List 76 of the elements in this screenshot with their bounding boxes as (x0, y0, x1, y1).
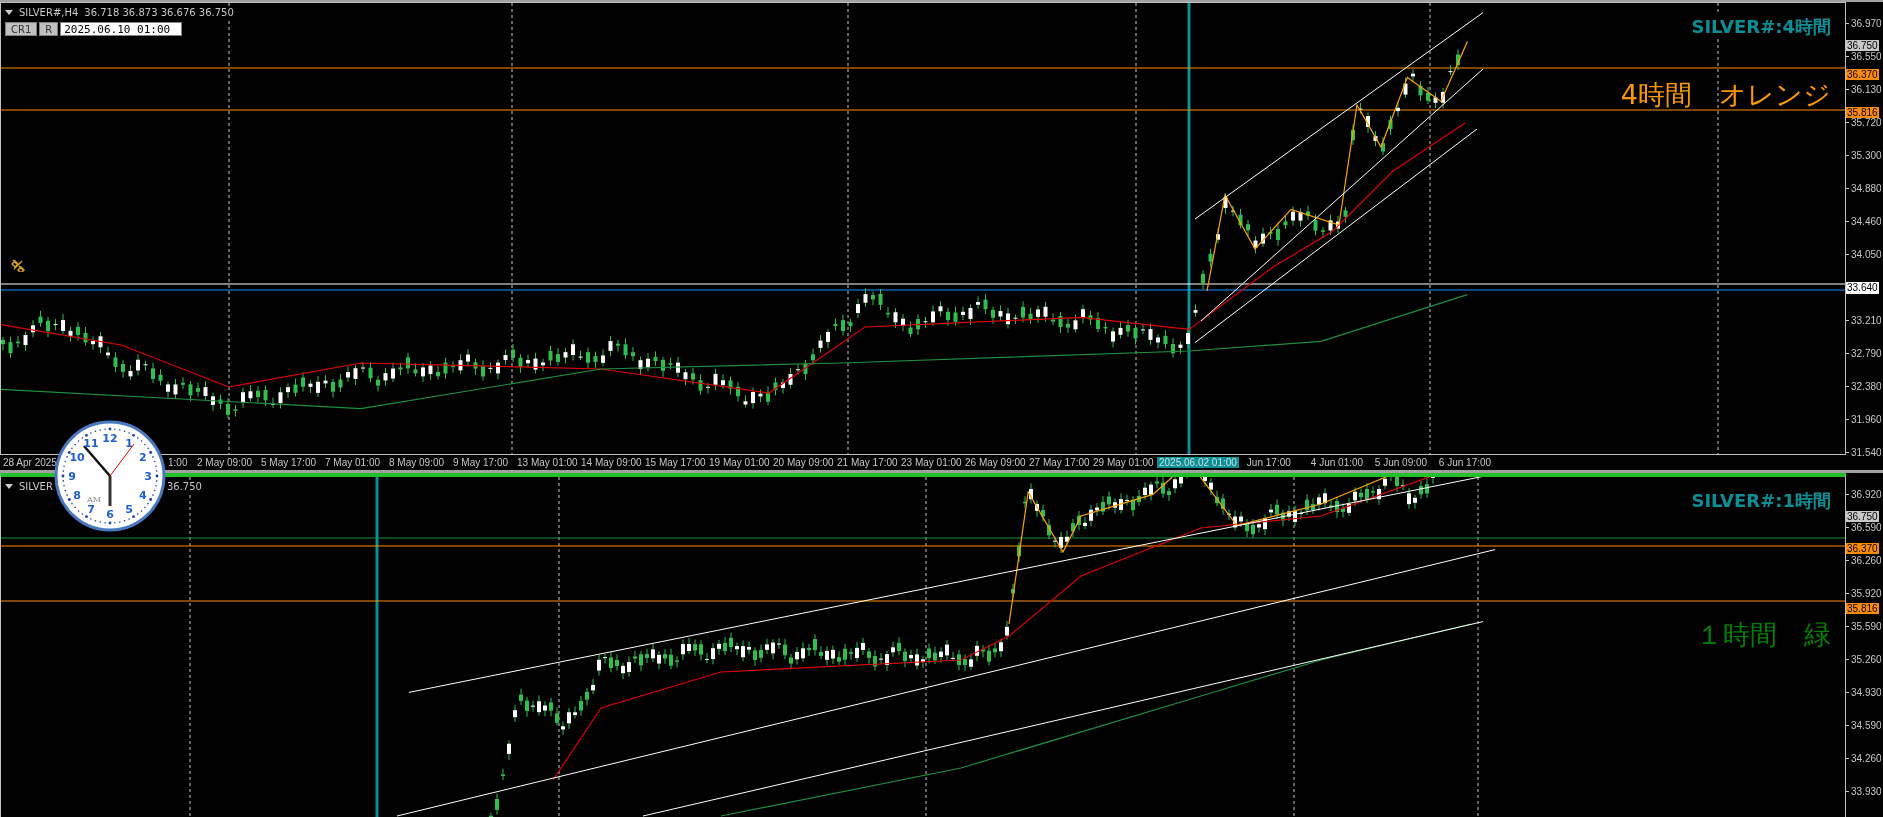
chart-title: SILVER#:4時間 (1691, 15, 1831, 39)
clock-numeral: 4 (139, 489, 147, 502)
time-label: 1:00 (168, 457, 189, 468)
price-label: 35.920 (1851, 588, 1882, 599)
price-label: 34.880 (1851, 183, 1882, 194)
price-label: 34.930 (1851, 687, 1882, 698)
price-label: 36.590 (1851, 522, 1882, 533)
price-label: 33.930 (1851, 786, 1882, 797)
time-label: 8 May 09:00 (389, 457, 446, 468)
clock-numeral: 3 (144, 470, 152, 483)
chart-note: １時間 緑 (1696, 618, 1831, 652)
clock-numeral: 9 (68, 470, 76, 483)
time-label: 21 May 17:00 (837, 457, 899, 468)
price-label: 32.380 (1851, 381, 1882, 392)
time-label: 14 May 09:00 (581, 457, 643, 468)
time-label: 13 May 01:00 (517, 457, 579, 468)
clock-numeral: 11 (83, 437, 99, 451)
time-label: 23 May 01:00 (901, 457, 963, 468)
clock-numeral: 5 (125, 502, 133, 516)
price-label: 36.970 (1851, 18, 1882, 29)
clock-numeral: 7 (87, 502, 95, 516)
price-label: 34.260 (1851, 753, 1882, 764)
price-tag: 36.370 (1846, 69, 1879, 80)
price-label: 31.540 (1851, 447, 1882, 458)
price-tag: 33.640 (1846, 281, 1879, 294)
price-label: 32.790 (1851, 348, 1882, 359)
chart-button[interactable]: CR1 (5, 22, 38, 36)
quote-values: 36.750 (166, 481, 202, 492)
time-label: 26 May 09:00 (965, 457, 1027, 468)
price-tag: 36.370 (1846, 543, 1879, 554)
price-label: 36.130 (1851, 84, 1882, 95)
time-label: 4 Jun 01:00 (1310, 457, 1365, 468)
symbol-label: SILVER (19, 481, 53, 492)
time-label: 20 May 09:00 (773, 457, 835, 468)
price-label: 34.050 (1851, 249, 1882, 260)
time-label: 9 May 17:00 (453, 457, 510, 468)
chart-note: 4時間 オレンジ (1620, 78, 1831, 112)
price-label: 36.260 (1851, 555, 1882, 566)
time-label: Jun 17:00 (1246, 457, 1292, 468)
price-label: 35.260 (1851, 654, 1882, 665)
price-label: 34.590 (1851, 720, 1882, 731)
time-label: 2 May 09:00 (197, 457, 254, 468)
time-label: 29 May 01:00 (1093, 457, 1155, 468)
time-label: 27 May 17:00 (1029, 457, 1091, 468)
time-label: 7 May 01:00 (325, 457, 382, 468)
collapse-triangle-icon[interactable] (5, 484, 13, 489)
clock-numeral: 6 (106, 508, 114, 521)
chart-button[interactable]: R (39, 22, 59, 36)
price-label: 31.960 (1851, 414, 1882, 425)
cursor-time-label: 2025.06.02 01:00 (1157, 457, 1239, 468)
price-tag: 36.750 (1846, 40, 1879, 51)
time-label: 5 May 17:00 (261, 457, 318, 468)
clock-numeral: 1 (125, 437, 133, 451)
price-label: 35.300 (1851, 150, 1882, 161)
price-label: 35.720 (1851, 117, 1882, 128)
time-label: 15 May 17:00 (645, 457, 707, 468)
price-label: 35.590 (1851, 621, 1882, 632)
symbol-label: SILVER#,H4 (19, 7, 79, 18)
quote-values: 36.718 36.873 36.676 36.750 (84, 7, 234, 18)
price-tag: 36.750 (1846, 511, 1879, 522)
time-label: 5 Jun 09:00 (1374, 457, 1429, 468)
time-label: 6 Jun 17:00 (1438, 457, 1493, 468)
clock-numeral: 12 (102, 432, 118, 445)
chart-title: SILVER#:1時間 (1691, 489, 1831, 513)
collapse-triangle-icon[interactable] (5, 10, 13, 15)
clock-meridiem: AM (87, 495, 101, 504)
price-tag: 35.816 (1846, 603, 1879, 614)
date-field[interactable]: 2025.06.10 01:00 (60, 22, 183, 36)
time-label: 19 May 01:00 (709, 457, 771, 468)
price-label: 36.920 (1851, 489, 1882, 500)
price-label: 36.550 (1851, 51, 1882, 62)
price-label: 33.210 (1851, 315, 1882, 326)
price-tag: 35.816 (1846, 107, 1879, 118)
price-label: 34.460 (1851, 216, 1882, 227)
clock-numeral: 8 (73, 489, 81, 502)
satellite-icon[interactable] (11, 258, 25, 272)
